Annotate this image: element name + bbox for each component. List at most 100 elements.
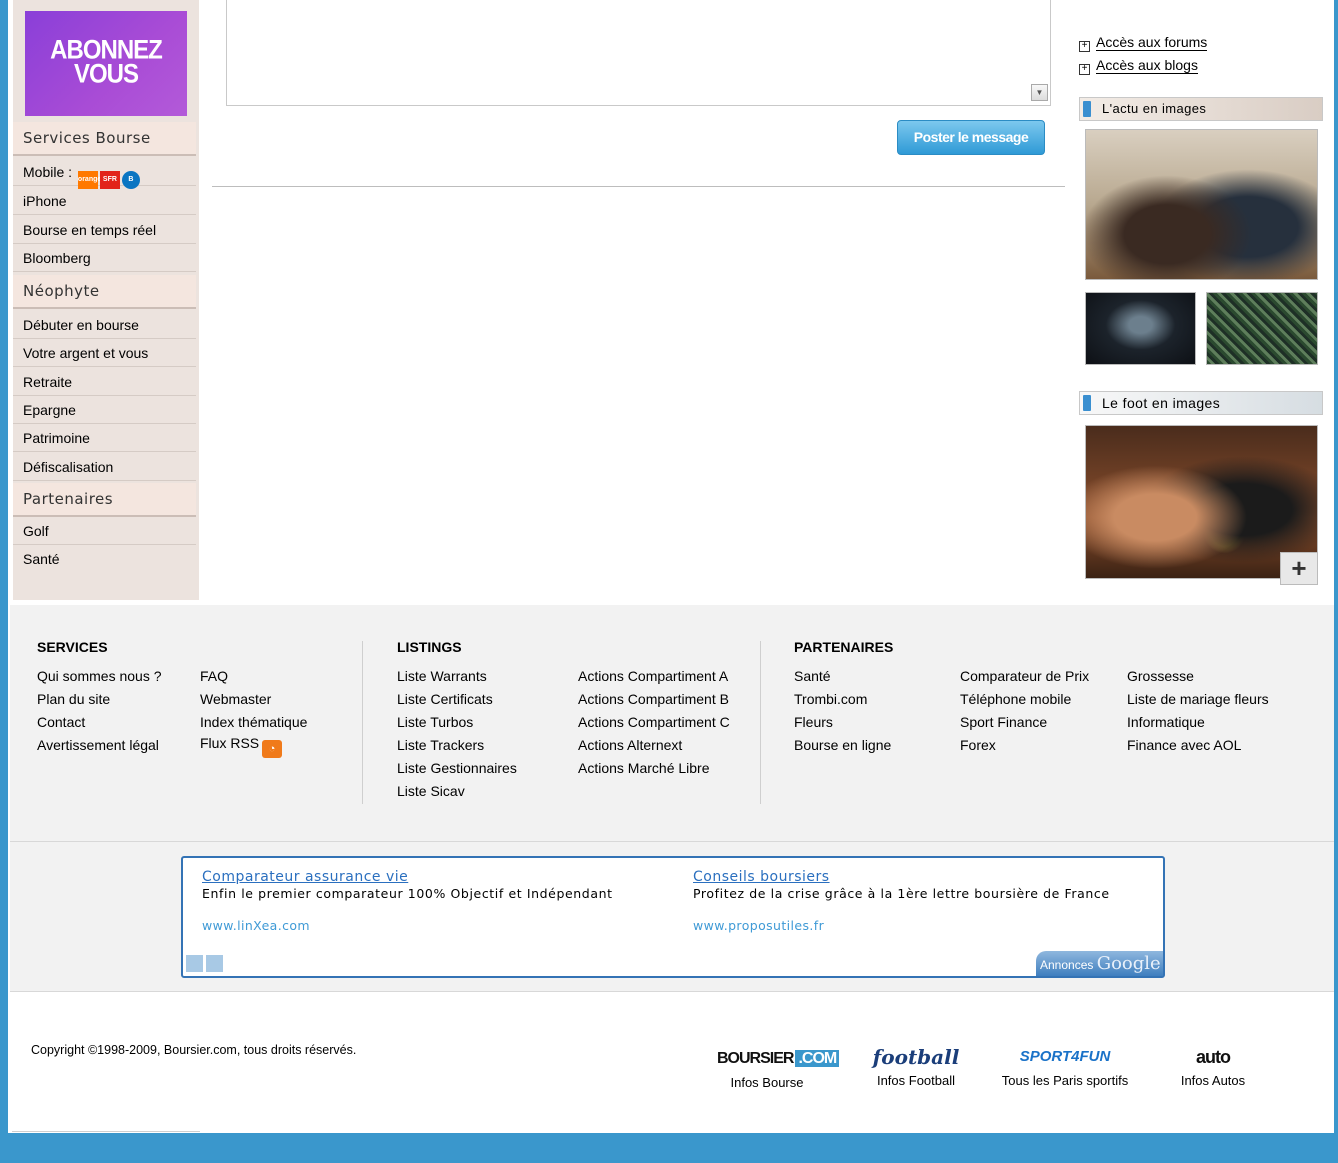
footer-partenaires-title: PARTENAIRES	[794, 639, 894, 655]
brand-sport4fun[interactable]: SPORT4FUN Tous les Paris sportifs	[994, 1045, 1136, 1088]
footer-link[interactable]: Forex	[960, 737, 996, 753]
footer-divider	[760, 641, 761, 804]
ads-badge-prefix: Annonces	[1040, 958, 1094, 972]
ad-prev-button[interactable]	[186, 955, 203, 972]
actu-images-title: L'actu en images	[1102, 101, 1207, 116]
section-title-services: Services Bourse	[13, 122, 196, 156]
textarea-scroll-down-icon[interactable]: ▼	[1031, 84, 1048, 101]
page-frame-right	[1334, 0, 1338, 1163]
page-frame-left	[0, 0, 8, 1163]
sidebar-item-retraite[interactable]: Retraite	[13, 368, 196, 396]
left-sidebar: ABONNEZ VOUS Services Bourse Mobile : or…	[13, 0, 199, 600]
footer-link[interactable]: Trombi.com	[794, 691, 867, 707]
boursier-logo: BOURSIER .COM	[715, 1047, 840, 1071]
football-logo: football	[872, 1045, 960, 1069]
footer-link[interactable]: Liste Warrants	[397, 668, 487, 684]
footer-services-title: SERVICES	[37, 639, 108, 655]
subscribe-line-2: VOUS	[73, 59, 139, 90]
footer-link[interactable]: Liste de mariage fleurs	[1127, 691, 1269, 707]
sidebar-item-bloomberg[interactable]: Bloomberg	[13, 244, 196, 272]
footer-link[interactable]: Actions Compartiment C	[578, 714, 730, 730]
brand-label: Infos Bourse	[730, 1075, 804, 1090]
sidebar-item-iphone[interactable]: iPhone	[13, 187, 196, 215]
auto-logo: auto	[1196, 1047, 1231, 1067]
footer-link-rss[interactable]: Flux RSS ◔	[200, 735, 283, 758]
actu-thumb-waterfall[interactable]	[1085, 292, 1196, 365]
center-divider	[212, 186, 1065, 187]
post-message-button[interactable]: Poster le message	[897, 120, 1045, 155]
blogs-link-label: Accès aux blogs	[1096, 57, 1198, 74]
footer-link[interactable]: Avertissement légal	[37, 737, 159, 753]
footer-link[interactable]: Actions Compartiment B	[578, 691, 729, 707]
footer-link[interactable]: Bourse en ligne	[794, 737, 891, 753]
google-ads-badge[interactable]: Annonces Google	[1036, 951, 1163, 976]
footer-link[interactable]: Contact	[37, 714, 85, 730]
ad-title-2[interactable]: Conseils boursiers	[693, 869, 830, 885]
sidebar-item-golf[interactable]: Golf	[13, 517, 196, 545]
footer-link[interactable]: Comparateur de Prix	[960, 668, 1089, 684]
footer-links: SERVICES Qui sommes nous ? Plan du site …	[10, 605, 1334, 842]
footer-listings-title: LISTINGS	[397, 639, 462, 655]
sidebar-item-argent[interactable]: Votre argent et vous	[13, 339, 196, 367]
actu-main-photo[interactable]	[1085, 129, 1318, 280]
footer-link[interactable]: Qui sommes nous ?	[37, 668, 162, 684]
section-title-neophyte: Néophyte	[13, 275, 196, 309]
google-logo: Google	[1096, 953, 1161, 974]
blogs-link[interactable]: + Accès aux blogs	[1079, 57, 1198, 75]
ad-url-1[interactable]: www.linXea.com	[202, 918, 310, 933]
footer-link[interactable]: Webmaster	[200, 691, 271, 707]
brand-football[interactable]: football Infos Football	[866, 1045, 966, 1088]
bottom-bar	[0, 1133, 1338, 1163]
subscribe-banner[interactable]: ABONNEZ VOUS	[25, 11, 187, 116]
footer-link[interactable]: Actions Marché Libre	[578, 760, 710, 776]
footer-link[interactable]: Actions Compartiment A	[578, 668, 728, 684]
footer-link[interactable]: Grossesse	[1127, 668, 1194, 684]
brand-auto[interactable]: auto Infos Autos	[1172, 1045, 1254, 1088]
actu-thumb-crowd[interactable]	[1206, 292, 1318, 365]
footer-link[interactable]: FAQ	[200, 668, 228, 684]
sidebar-item-patrimoine[interactable]: Patrimoine	[13, 424, 196, 452]
section-title-partenaires: Partenaires	[13, 483, 196, 517]
footer-link[interactable]: Informatique	[1127, 714, 1205, 730]
footer-link[interactable]: Finance avec AOL	[1127, 737, 1241, 753]
footer-link[interactable]: Fleurs	[794, 714, 833, 730]
footer-link[interactable]: Liste Trackers	[397, 737, 484, 753]
sidebar-item-debuter[interactable]: Débuter en bourse	[13, 311, 196, 339]
footer-divider	[362, 641, 363, 804]
footer-link[interactable]: Sport Finance	[960, 714, 1047, 730]
brand-label: Tous les Paris sportifs	[1001, 1073, 1129, 1088]
rss-icon: ◔	[262, 740, 283, 758]
ad-url-2[interactable]: www.proposutiles.fr	[693, 918, 824, 933]
forums-link-label: Accès aux forums	[1096, 34, 1208, 51]
foot-images-title: Le foot en images	[1102, 395, 1221, 411]
ad-text-1: Enfin le premier comparateur 100% Object…	[202, 886, 613, 901]
footer-link[interactable]: Téléphone mobile	[960, 691, 1071, 707]
brand-label: Infos Football	[876, 1073, 956, 1088]
footer-link[interactable]: Index thématique	[200, 714, 307, 730]
sidebar-item-sante[interactable]: Santé	[13, 545, 196, 573]
message-textarea[interactable]	[226, 0, 1051, 106]
footer-link[interactable]: Liste Turbos	[397, 714, 473, 730]
actu-images-header: L'actu en images	[1079, 97, 1323, 121]
footer-link[interactable]: Liste Gestionnaires	[397, 760, 517, 776]
more-plus-icon[interactable]: +	[1280, 552, 1318, 585]
header-marker-icon	[1083, 101, 1091, 117]
footer-link[interactable]: Plan du site	[37, 691, 110, 707]
expand-plus-icon: +	[1079, 64, 1090, 75]
footer-link[interactable]: Santé	[794, 668, 831, 684]
forums-link[interactable]: + Accès aux forums	[1079, 34, 1208, 52]
sidebar-item-realtime[interactable]: Bourse en temps réel	[13, 216, 196, 244]
footer-link[interactable]: Liste Sicav	[397, 783, 465, 799]
ad-next-button[interactable]	[206, 955, 223, 972]
ad-title-1[interactable]: Comparateur assurance vie	[202, 869, 408, 885]
rss-link-label: Flux RSS	[200, 735, 260, 751]
sidebar-item-mobile[interactable]: Mobile : orange SFR B	[13, 158, 196, 189]
sidebar-item-epargne[interactable]: Epargne	[13, 396, 196, 424]
sport4fun-logo: SPORT4FUN	[1019, 1048, 1111, 1065]
mobile-label: Mobile :	[23, 164, 73, 180]
footer-link[interactable]: Liste Certificats	[397, 691, 493, 707]
sidebar-item-defiscalisation[interactable]: Défiscalisation	[13, 453, 196, 481]
brand-boursier[interactable]: BOURSIER .COM Infos Bourse	[712, 1047, 840, 1090]
footer-link[interactable]: Actions Alternext	[578, 737, 682, 753]
bottom-divider	[12, 1131, 200, 1132]
